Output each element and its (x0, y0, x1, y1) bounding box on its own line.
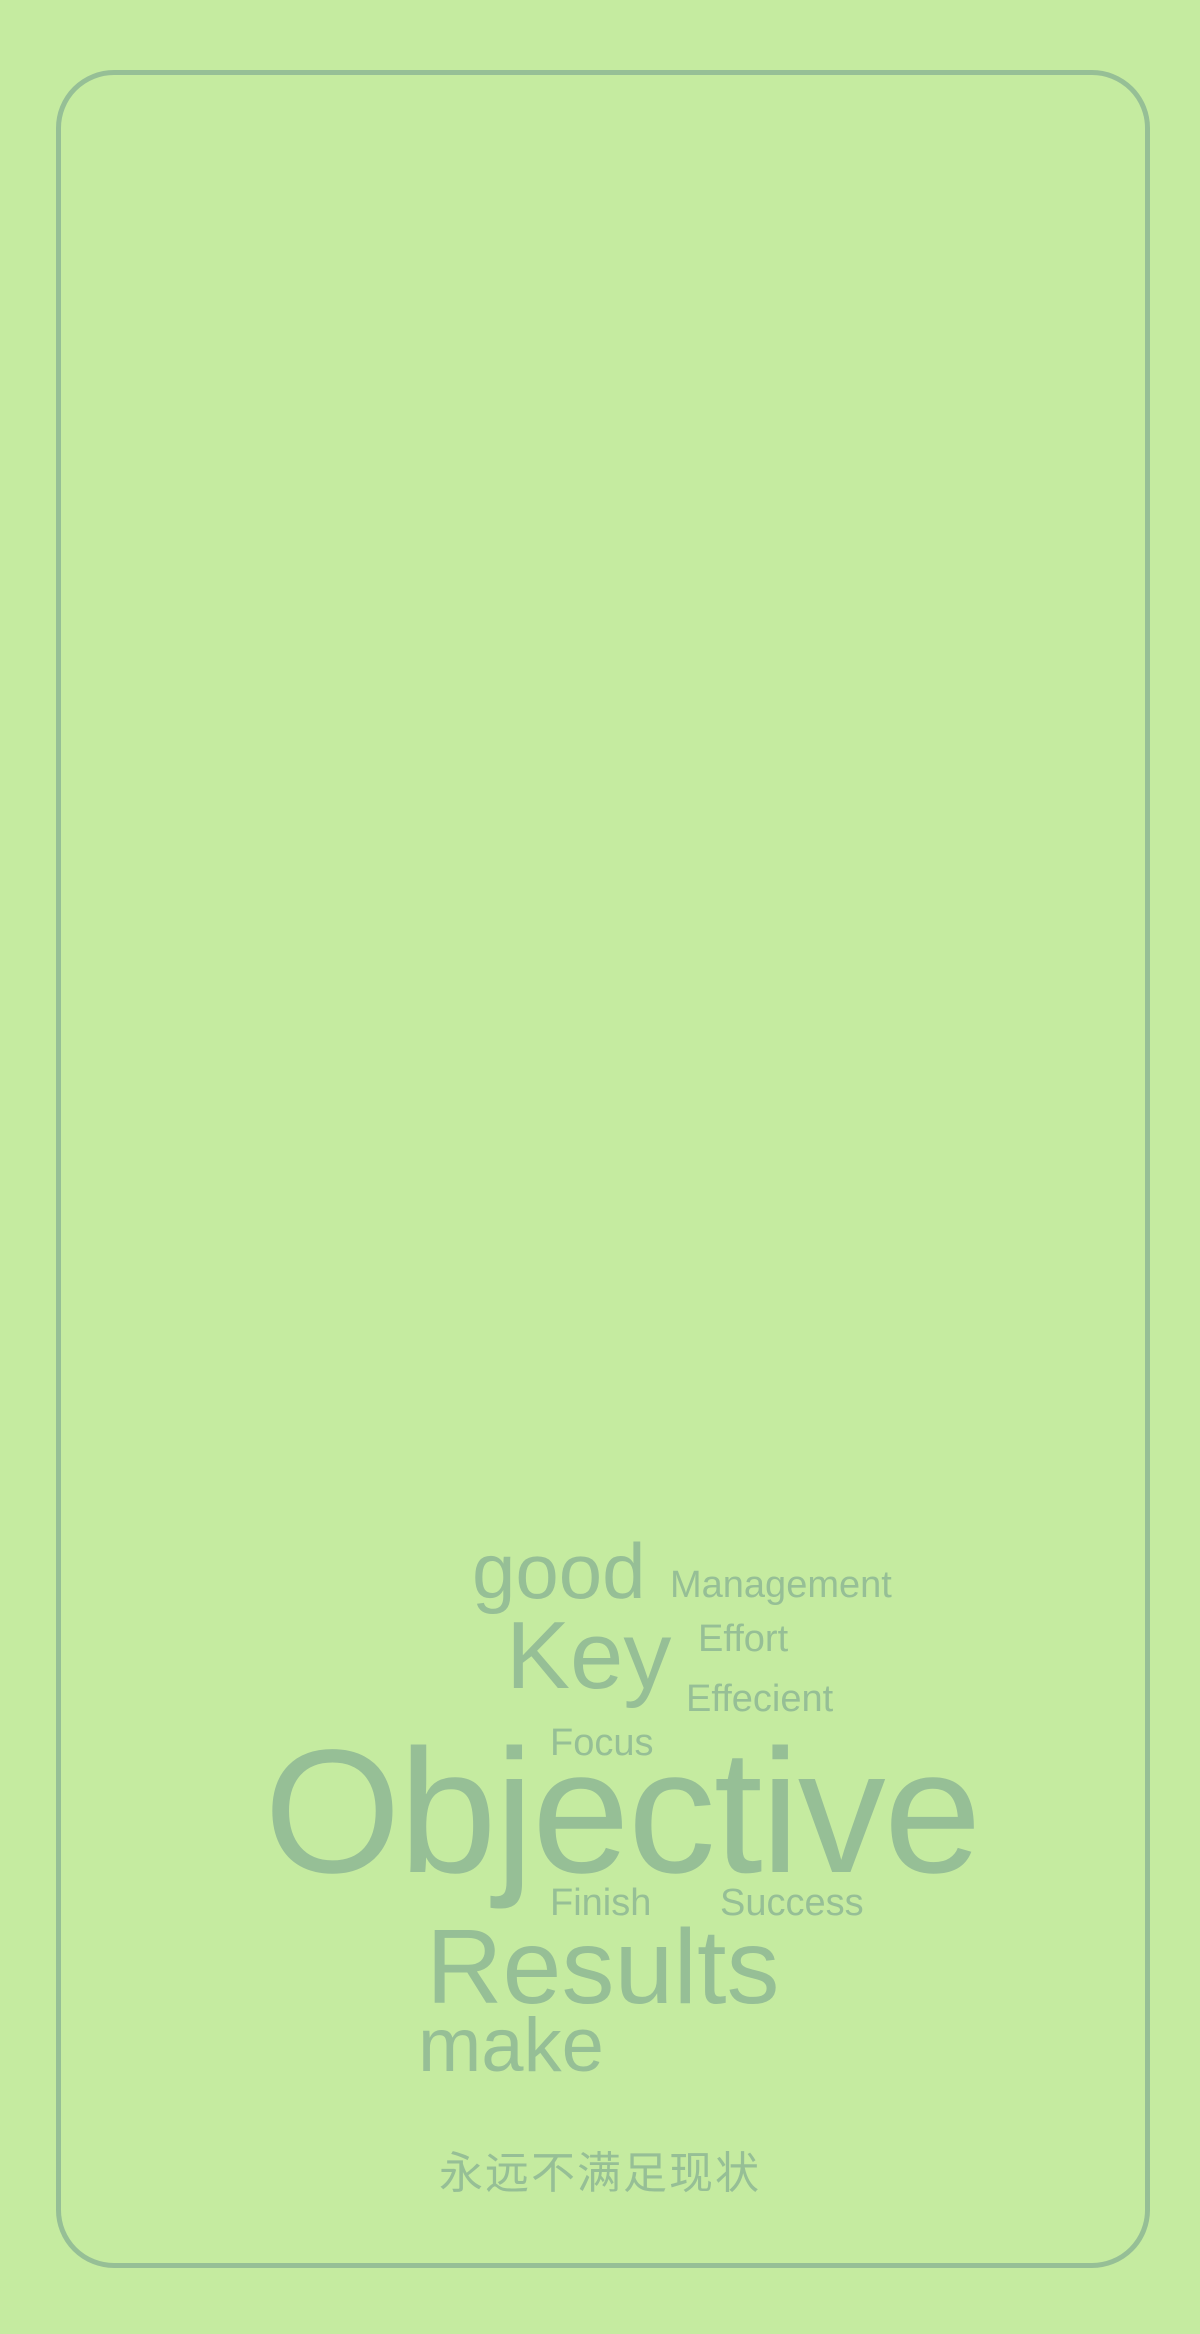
word-objective: Objective (264, 1714, 982, 1910)
slogan-text: 永远不满足现状 (439, 2148, 761, 2199)
word-make: make (418, 2003, 604, 2088)
word-management: Management (670, 1564, 892, 1606)
word-effecient: Effecient (686, 1678, 834, 1720)
word-good: good (472, 1527, 646, 1615)
word-key: Key (506, 1602, 672, 1709)
word-effort: Effort (698, 1618, 789, 1660)
